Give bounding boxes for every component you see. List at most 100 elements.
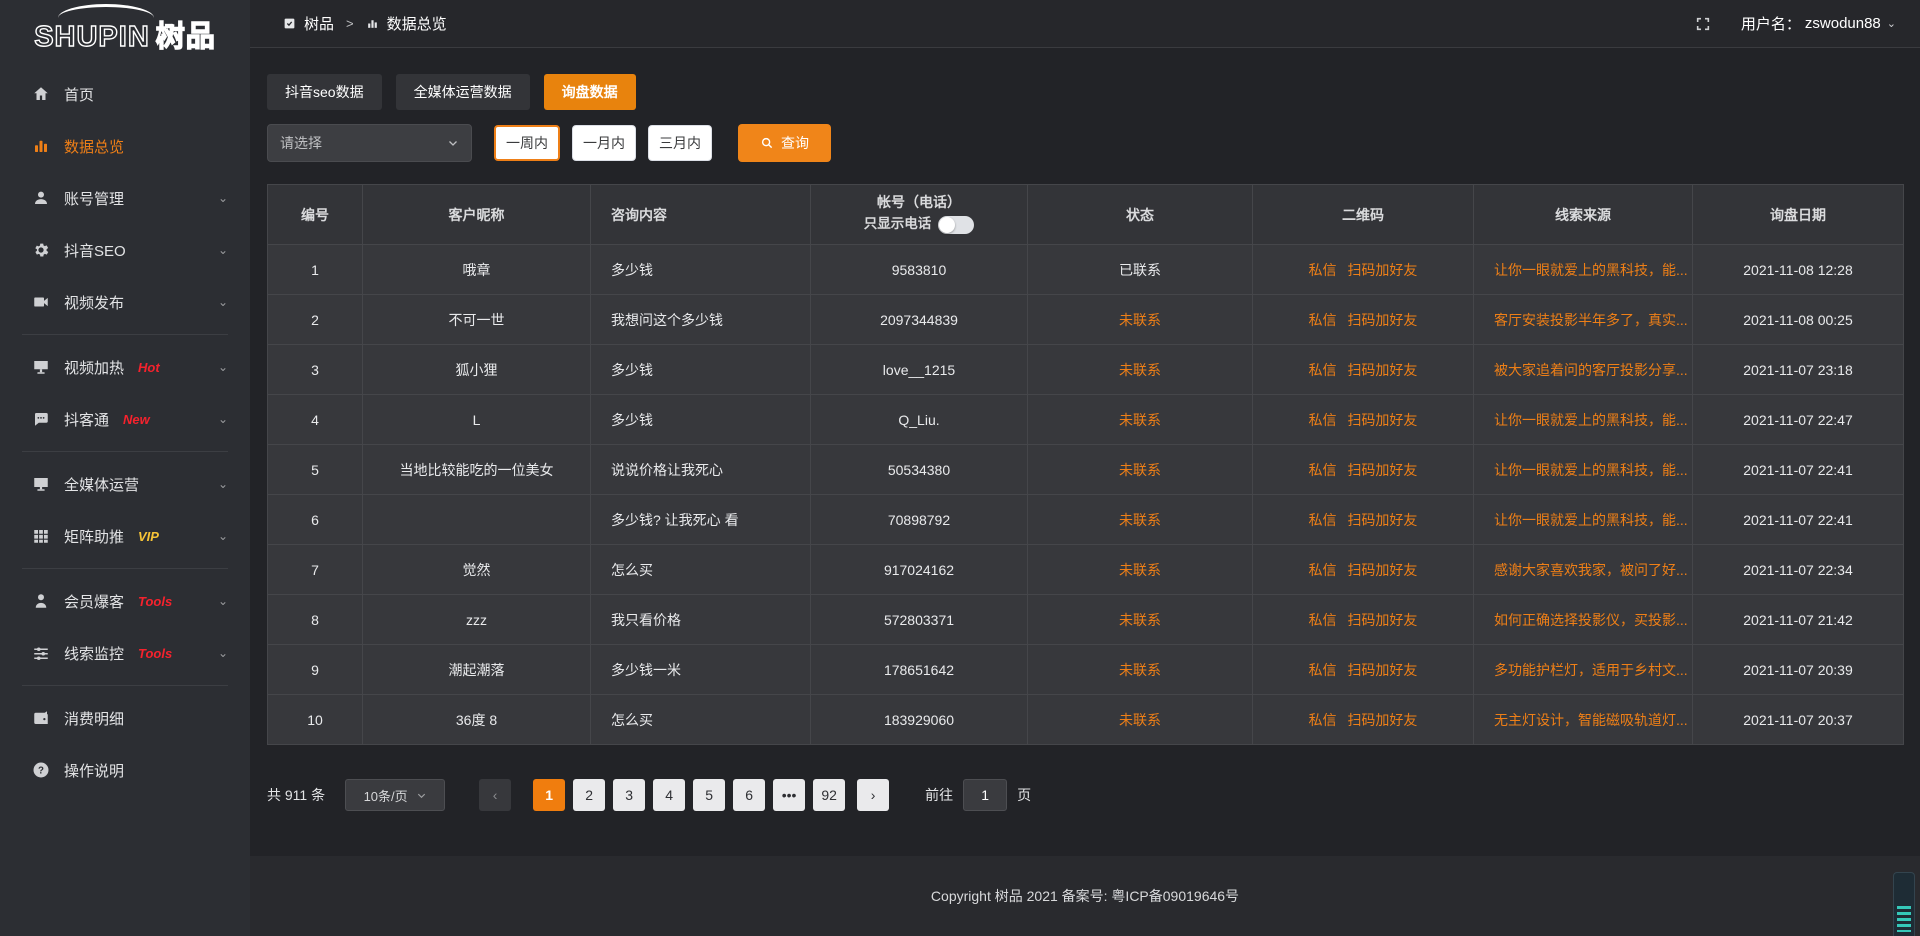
table-row[interactable]: 6 多少钱? 让我死心 看 70898792 未联系 私信 扫码加好友 让你一眼… xyxy=(268,495,1904,545)
cell-source-link[interactable]: 让你一眼就爱上的黑科技，能... xyxy=(1474,395,1693,445)
sidebar-item-douyin-seo[interactable]: 抖音SEO ⌄ xyxy=(0,224,250,276)
qr-link-dm[interactable]: 私信 xyxy=(1309,712,1337,728)
qr-link-dm[interactable]: 私信 xyxy=(1309,312,1337,328)
page-button-92[interactable]: 92 xyxy=(813,779,845,811)
range-week-button[interactable]: 一周内 xyxy=(494,125,560,161)
next-page-button[interactable]: › xyxy=(857,779,889,811)
page-button-2[interactable]: 2 xyxy=(573,779,605,811)
qr-link-dm[interactable]: 私信 xyxy=(1309,562,1337,578)
sidebar-item-member-customers[interactable]: 会员爆客 Tools ⌄ xyxy=(0,575,250,627)
prev-page-button[interactable]: ‹ xyxy=(479,779,511,811)
sidebar-item-video-heat[interactable]: 视频加热 Hot ⌄ xyxy=(0,341,250,393)
range-month-button[interactable]: 一月内 xyxy=(572,125,636,161)
sidebar-item-spending-details[interactable]: 消费明细 xyxy=(0,692,250,744)
qr-link-scan[interactable]: 扫码加好友 xyxy=(1347,462,1417,478)
table-row[interactable]: 4 L 多少钱 Q_Liu. 未联系 私信 扫码加好友 让你一眼就爱上的黑科技，… xyxy=(268,395,1904,445)
table-row[interactable]: 10 36度 8 怎么买 183929060 未联系 私信 扫码加好友 无主灯设… xyxy=(268,695,1904,745)
cell-source-link[interactable]: 如何正确选择投影仪，买投影... xyxy=(1474,595,1693,645)
qr-link-dm[interactable]: 私信 xyxy=(1309,262,1337,278)
cell-qr: 私信 扫码加好友 xyxy=(1253,495,1474,545)
qr-link-dm[interactable]: 私信 xyxy=(1309,362,1337,378)
qr-link-scan[interactable]: 扫码加好友 xyxy=(1347,412,1417,428)
sidebar-item-video-publish[interactable]: 视频发布 ⌄ xyxy=(0,276,250,328)
qr-link-dm[interactable]: 私信 xyxy=(1309,612,1337,628)
filter-select[interactable]: 请选择 xyxy=(267,124,472,162)
sidebar-item-omnimedia[interactable]: 全媒体运营 ⌄ xyxy=(0,458,250,510)
qr-link-scan[interactable]: 扫码加好友 xyxy=(1347,262,1417,278)
page-size-select[interactable]: 10条/页 xyxy=(345,779,445,811)
cell-source-link[interactable]: 让你一眼就爱上的黑科技，能... xyxy=(1474,445,1693,495)
question-icon: ? xyxy=(32,761,50,779)
cell-account: 183929060 xyxy=(811,695,1028,745)
cell-nickname: 当地比较能吃的一位美女 xyxy=(363,445,591,495)
cell-id: 4 xyxy=(268,395,363,445)
qr-link-scan[interactable]: 扫码加好友 xyxy=(1347,712,1417,728)
tab-douyin-seo-data[interactable]: 抖音seo数据 xyxy=(267,74,382,110)
wallet-icon xyxy=(32,709,50,727)
cell-qr: 私信 扫码加好友 xyxy=(1253,545,1474,595)
qr-link-dm[interactable]: 私信 xyxy=(1309,662,1337,678)
sidebar-item-home[interactable]: 首页 xyxy=(0,68,250,120)
cell-source-link[interactable]: 多功能护栏灯，适用于乡村文... xyxy=(1474,645,1693,695)
goto-page-input[interactable] xyxy=(963,779,1007,811)
cell-source-link[interactable]: 被大家追着问的客厅投影分享... xyxy=(1474,345,1693,395)
bar-chart-icon xyxy=(366,17,379,30)
cell-source-link[interactable]: 让你一眼就爱上的黑科技，能... xyxy=(1474,495,1693,545)
username-label: 用户名： xyxy=(1741,13,1801,34)
table-row[interactable]: 8 zzz 我只看价格 572803371 未联系 私信 扫码加好友 如何正确选… xyxy=(268,595,1904,645)
topbar: 树品 > 数据总览 用户名： zswodun88 ⌄ xyxy=(250,0,1920,48)
qr-link-dm[interactable]: 私信 xyxy=(1309,512,1337,528)
sidebar-item-doukentong[interactable]: 抖客通 New ⌄ xyxy=(0,393,250,445)
qr-link-dm[interactable]: 私信 xyxy=(1309,412,1337,428)
range-quarter-button[interactable]: 三月内 xyxy=(648,125,712,161)
table-row[interactable]: 3 狐小狸 多少钱 love__1215 未联系 私信 扫码加好友 被大家追着问… xyxy=(268,345,1904,395)
cell-source-link[interactable]: 感谢大家喜欢我家，被问了好... xyxy=(1474,545,1693,595)
phone-only-toggle[interactable] xyxy=(938,216,974,234)
grid-icon xyxy=(32,527,50,545)
page-button-5[interactable]: 5 xyxy=(693,779,725,811)
table-row[interactable]: 5 当地比较能吃的一位美女 说说价格让我死心 50534380 未联系 私信 扫… xyxy=(268,445,1904,495)
sidebar-item-data-overview[interactable]: 数据总览 xyxy=(0,120,250,172)
page-ellipsis-button[interactable]: ••• xyxy=(773,779,805,811)
breadcrumb-root[interactable]: 树品 xyxy=(304,13,334,34)
sidebar-item-account-mgmt[interactable]: 账号管理 ⌄ xyxy=(0,172,250,224)
cell-source-link[interactable]: 客厅安装投影半年多了，真实... xyxy=(1474,295,1693,345)
sidebar-item-label: 首页 xyxy=(64,84,94,105)
status-cell: 未联系 xyxy=(1028,645,1253,695)
person-icon xyxy=(32,592,50,610)
qr-link-scan[interactable]: 扫码加好友 xyxy=(1347,562,1417,578)
user-menu[interactable]: 用户名： zswodun88 ⌄ xyxy=(1741,13,1896,34)
page-button-4[interactable]: 4 xyxy=(653,779,685,811)
page-button-1[interactable]: 1 xyxy=(533,779,565,811)
fullscreen-icon[interactable] xyxy=(1695,16,1711,32)
query-button[interactable]: 查询 xyxy=(738,124,831,162)
status-cell: 未联系 xyxy=(1028,345,1253,395)
cell-id: 9 xyxy=(268,645,363,695)
table-row[interactable]: 7 觉然 怎么买 917024162 未联系 私信 扫码加好友 感谢大家喜欢我家… xyxy=(268,545,1904,595)
qr-link-scan[interactable]: 扫码加好友 xyxy=(1347,512,1417,528)
qr-link-scan[interactable]: 扫码加好友 xyxy=(1347,662,1417,678)
cell-source-link[interactable]: 让你一眼就爱上的黑科技，能... xyxy=(1474,245,1693,295)
table-row[interactable]: 2 不可一世 我想问这个多少钱 2097344839 未联系 私信 扫码加好友 … xyxy=(268,295,1904,345)
table-row[interactable]: 1 哦章 多少钱 9583810 已联系 私信 扫码加好友 让你一眼就爱上的黑科… xyxy=(268,245,1904,295)
page-button-3[interactable]: 3 xyxy=(613,779,645,811)
cell-id: 8 xyxy=(268,595,363,645)
sidebar-item-label: 操作说明 xyxy=(64,760,124,781)
app-logo: SHUPIN 树品 xyxy=(0,0,250,58)
chevron-down-icon: ⌄ xyxy=(218,594,228,608)
qr-link-scan[interactable]: 扫码加好友 xyxy=(1347,362,1417,378)
table-row[interactable]: 9 潮起潮落 多少钱一米 178651642 未联系 私信 扫码加好友 多功能护… xyxy=(268,645,1904,695)
sidebar-item-lead-monitor[interactable]: 线索监控 Tools ⌄ xyxy=(0,627,250,679)
sidebar-item-instructions[interactable]: ? 操作说明 xyxy=(0,744,250,796)
cell-source-link[interactable]: 无主灯设计，智能磁吸轨道灯... xyxy=(1474,695,1693,745)
qr-link-scan[interactable]: 扫码加好友 xyxy=(1347,612,1417,628)
qr-link-dm[interactable]: 私信 xyxy=(1309,462,1337,478)
tab-inquiry-data[interactable]: 询盘数据 xyxy=(544,74,636,110)
side-widget[interactable] xyxy=(1893,872,1915,936)
sidebar-item-matrix-boost[interactable]: 矩阵助推 VIP ⌄ xyxy=(0,510,250,562)
qr-link-scan[interactable]: 扫码加好友 xyxy=(1347,312,1417,328)
page-button-6[interactable]: 6 xyxy=(733,779,765,811)
tab-omnimedia-data[interactable]: 全媒体运营数据 xyxy=(396,74,530,110)
col-header-date: 询盘日期 xyxy=(1693,185,1904,245)
cell-content: 多少钱 xyxy=(591,245,811,295)
